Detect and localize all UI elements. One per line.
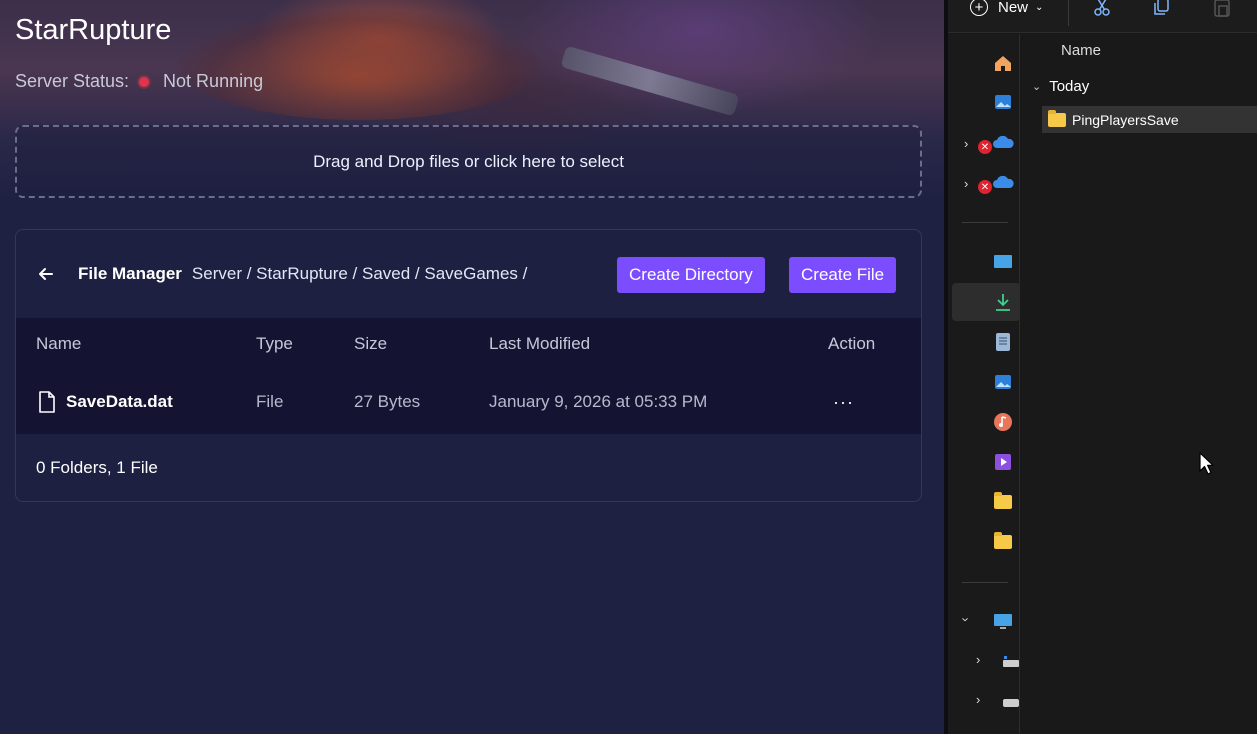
file-manager-title: File Manager (78, 264, 182, 283)
chevron-down-icon: ⌄ (1035, 1, 1044, 13)
group-header-today[interactable]: ⌄ Today (1032, 78, 1089, 95)
chevron-right-icon[interactable]: › (976, 652, 980, 667)
this-pc-icon[interactable] (992, 611, 1014, 633)
table-row[interactable]: SaveData.dat File 27 Bytes January 9, 20… (16, 370, 921, 434)
desktop-icon[interactable] (992, 251, 1014, 273)
documents-icon[interactable] (992, 331, 1014, 353)
hero-creature (180, 10, 540, 120)
chevron-down-icon[interactable]: › (959, 617, 974, 621)
plus-icon: + (970, 0, 988, 16)
column-header-action: Action (828, 334, 876, 353)
create-directory-button[interactable]: Create Directory (617, 257, 765, 293)
drive-icon[interactable] (1000, 691, 1022, 713)
home-icon[interactable] (992, 52, 1014, 74)
gallery-icon[interactable] (992, 91, 1014, 113)
new-button[interactable]: + New ⌄ (970, 0, 1044, 16)
file-table: Name Type Size Last Modified Action Save… (16, 318, 921, 434)
file-count-summary: 0 Folders, 1 File (36, 458, 158, 477)
folder-icon[interactable] (992, 531, 1014, 553)
chevron-right-icon[interactable]: › (976, 692, 980, 707)
explorer-toolbar: + New ⌄ (948, 0, 1257, 33)
status-label: Server Status: (15, 71, 130, 91)
group-label: Today (1049, 78, 1090, 95)
item-name: PingPlayersSave (1072, 111, 1179, 128)
chevron-right-icon[interactable]: › (964, 136, 968, 151)
onedrive-icon[interactable] (992, 171, 1014, 193)
server-status: Server Status: Not Running (15, 71, 263, 92)
file-icon (39, 391, 55, 413)
paste-icon[interactable] (1211, 0, 1233, 18)
error-badge-icon: ✕ (978, 140, 992, 154)
chevron-down-icon: ⌄ (1032, 81, 1042, 93)
back-arrow-icon[interactable] (36, 264, 56, 284)
drive-icon[interactable] (1000, 651, 1022, 673)
new-label: New (998, 0, 1029, 16)
error-badge-icon: ✕ (978, 180, 992, 194)
copy-icon[interactable] (1151, 0, 1173, 18)
file-modified: January 9, 2026 at 05:33 PM (489, 392, 708, 411)
mouse-cursor-icon (1199, 452, 1214, 475)
file-type: File (256, 392, 284, 411)
status-value: Not Running (163, 71, 264, 91)
page-title: StarRupture (15, 14, 172, 46)
create-file-button[interactable]: Create File (789, 257, 897, 293)
file-manager-panel: File Manager Server / StarRupture / Save… (15, 229, 922, 502)
file-explorer-window: + New ⌄ › ✕ › ✕ › › › Name ⌄ Today PingP… (948, 0, 1257, 734)
file-dropzone[interactable]: Drag and Drop files or click here to sel… (15, 125, 922, 198)
toolbar-divider (1068, 0, 1069, 26)
file-name-cell[interactable]: SaveData.dat (36, 390, 256, 414)
videos-icon[interactable] (992, 451, 1014, 473)
folder-icon (1048, 109, 1066, 127)
web-panel: StarRupture Server Status: Not Running D… (0, 0, 944, 734)
list-item[interactable]: PingPlayersSave (1042, 106, 1257, 133)
column-header-size[interactable]: Size (354, 334, 489, 354)
navigation-pane: › ✕ › ✕ › › › (948, 34, 1020, 734)
music-icon[interactable] (992, 411, 1014, 433)
column-header-name[interactable]: Name (1061, 42, 1101, 59)
file-size: 27 Bytes (354, 392, 421, 411)
file-name: SaveData.dat (66, 392, 173, 411)
status-dot-icon (139, 76, 150, 87)
onedrive-icon[interactable] (992, 131, 1014, 153)
column-header-name[interactable]: Name (36, 334, 256, 354)
file-manager-header: File Manager Server / StarRupture / Save… (16, 230, 921, 318)
downloads-icon[interactable] (992, 291, 1014, 313)
more-actions-icon[interactable]: ··· (828, 392, 908, 413)
pictures-icon[interactable] (992, 371, 1014, 393)
nav-divider (962, 222, 1008, 223)
cut-icon[interactable] (1091, 0, 1113, 18)
column-header-modified[interactable]: Last Modified (489, 334, 828, 354)
column-header-type[interactable]: Type (256, 334, 354, 354)
table-header: Name Type Size Last Modified Action (16, 318, 921, 370)
folder-icon[interactable] (992, 491, 1014, 513)
nav-divider (962, 582, 1008, 583)
chevron-right-icon[interactable]: › (964, 176, 968, 191)
hero-weapon (560, 45, 740, 117)
breadcrumb: Server / StarRupture / Saved / SaveGames… (191, 264, 528, 283)
